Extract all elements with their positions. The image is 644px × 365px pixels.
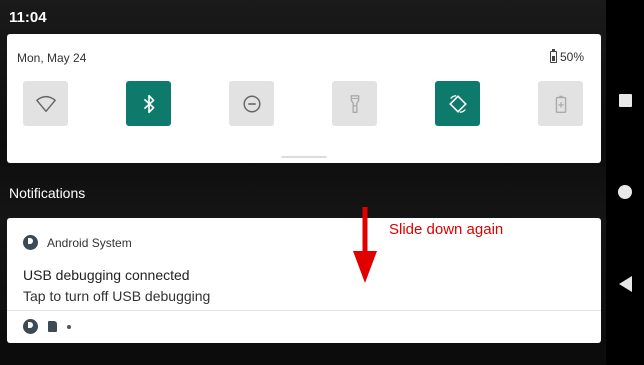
- annotation-text: Slide down again: [389, 221, 504, 238]
- auto-rotate-icon: [448, 94, 467, 113]
- notification-footer-icons: [23, 319, 71, 334]
- do-not-disturb-icon: [242, 94, 261, 113]
- tile-auto-rotate[interactable]: [435, 81, 480, 126]
- navigation-bar: [606, 0, 644, 365]
- notification-card[interactable]: Android System USB debugging connected T…: [7, 218, 601, 343]
- sd-card-icon: [48, 321, 57, 332]
- android-system-small-icon: [23, 319, 38, 334]
- notification-text: Tap to turn off USB debugging: [23, 288, 211, 304]
- notification-app-row: Android System: [23, 235, 132, 250]
- panel-drag-handle[interactable]: [281, 156, 327, 158]
- battery-icon: [549, 49, 557, 63]
- tile-wifi[interactable]: [23, 81, 68, 126]
- back-button[interactable]: [606, 273, 644, 295]
- notifications-header: Notifications: [9, 185, 86, 201]
- qs-battery[interactable]: 50%: [549, 49, 584, 64]
- quick-settings-tiles: [23, 81, 593, 127]
- recents-icon: [618, 93, 632, 107]
- android-system-icon: [23, 235, 38, 250]
- bluetooth-icon: [143, 94, 154, 113]
- screen: 11:04 Mon, May 24 50% Notifications Andr…: [0, 0, 606, 365]
- flashlight-icon: [350, 94, 359, 113]
- arrow-down-icon: [353, 207, 377, 283]
- tile-flashlight[interactable]: [332, 81, 377, 126]
- more-dot-icon: [67, 324, 71, 329]
- home-icon: [618, 185, 632, 199]
- status-time: 11:04: [9, 9, 47, 26]
- back-icon: [618, 276, 632, 292]
- tile-bluetooth[interactable]: [126, 81, 171, 126]
- battery-percent: 50%: [559, 50, 584, 64]
- notification-divider: [7, 310, 601, 311]
- notification-app-name: Android System: [47, 235, 132, 250]
- tile-do-not-disturb[interactable]: [229, 81, 274, 126]
- qs-date[interactable]: Mon, May 24: [17, 51, 86, 65]
- battery-saver-icon: [555, 95, 566, 113]
- wifi-icon: [35, 95, 56, 112]
- recents-button[interactable]: [606, 89, 644, 111]
- home-button[interactable]: [606, 181, 644, 203]
- tile-battery-saver[interactable]: [538, 81, 583, 126]
- notification-title: USB debugging connected: [23, 267, 190, 283]
- quick-settings-panel: Mon, May 24 50%: [7, 34, 601, 163]
